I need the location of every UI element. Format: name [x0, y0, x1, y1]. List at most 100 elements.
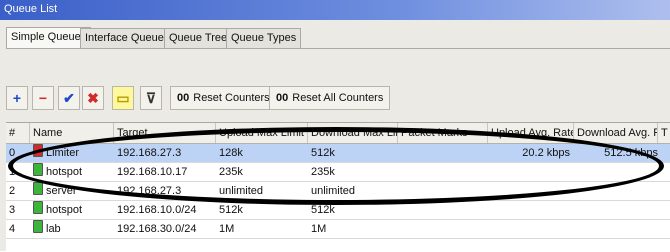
cell-upload-max: 235k — [216, 163, 307, 181]
cell-upload-avg — [488, 163, 573, 181]
cell-text: unlimited — [311, 185, 356, 197]
queue-icon — [33, 220, 43, 233]
cell-text: 128k — [219, 147, 243, 159]
column-header-number[interactable]: # — [6, 123, 30, 143]
cell-text: 512k — [311, 204, 335, 216]
tab-queue-types[interactable]: Queue Types — [226, 28, 302, 48]
queue-icon — [33, 201, 43, 214]
reset-counters-label: Reset Counters — [193, 92, 270, 104]
comment-icon[interactable]: ▭ — [112, 86, 134, 110]
cell-text: server — [46, 185, 77, 197]
cell-download-avg — [574, 182, 661, 200]
cell-text: hotspot — [46, 166, 83, 178]
table-row[interactable]: 2 server 192.168.27.3 unlimited unlimited — [6, 182, 670, 201]
cell-download-avg — [574, 201, 661, 219]
cell-download-max: 235k — [308, 163, 397, 181]
window-title-bar[interactable]: Queue List — [0, 0, 670, 20]
cell-text: 1M — [219, 223, 235, 235]
cell-text: 20.2 kbps — [522, 147, 570, 159]
cell-download-avg — [574, 220, 661, 238]
cell-text: unlimited — [219, 185, 264, 197]
cell-num: 4 — [6, 220, 29, 238]
table-row[interactable]: 1 hotspot 192.168.10.17 235k 235k — [6, 163, 670, 182]
cell-packet-marks — [398, 220, 487, 238]
cell-text: 235k — [219, 166, 243, 178]
cell-text: lab — [46, 223, 61, 235]
tab-queue-tree[interactable]: Queue Tree — [164, 28, 233, 48]
cell-upload-max: 1M — [216, 220, 307, 238]
cell-target: 192.168.27.3 — [114, 144, 215, 162]
cell-target: 192.168.30.0/24 — [114, 220, 215, 238]
cell-upload-avg — [488, 201, 573, 219]
column-header-upload-max[interactable]: Upload Max Limit — [216, 123, 308, 143]
cell-text: 0 — [9, 147, 16, 159]
cell-num: 3 — [6, 201, 29, 219]
cell-upload-max: unlimited — [216, 182, 307, 200]
cell-download-max: 1M — [308, 220, 397, 238]
reset-all-counters-prefix: 00 — [276, 92, 289, 104]
reset-counters-button[interactable]: 00 Reset Counters — [170, 86, 277, 110]
cell-download-avg: 512.5 kbps — [574, 144, 661, 162]
cell-target: 192.168.10.0/24 — [114, 201, 215, 219]
tab-divider — [6, 48, 670, 49]
cell-text: 192.168.27.3 — [117, 185, 182, 197]
queue-table: # Name Target Upload Max Limit Download … — [6, 122, 670, 252]
column-header-download-avg[interactable]: Download Avg. R... — [574, 123, 658, 143]
cell-text: 2 — [9, 185, 16, 197]
window-title: Queue List — [4, 3, 58, 15]
cell-text: 3 — [9, 204, 16, 216]
column-header-packet-marks[interactable]: Packet Marks — [398, 123, 488, 143]
column-header-target[interactable]: Target — [114, 123, 216, 143]
tab-simple-queues[interactable]: Simple Queues — [6, 27, 92, 49]
reset-counters-prefix: 00 — [177, 92, 190, 104]
reset-all-counters-label: Reset All Counters — [292, 92, 384, 104]
cell-text: 512k — [311, 147, 335, 159]
enable-icon[interactable]: ✔ — [58, 86, 80, 110]
cell-name: hotspot — [30, 201, 113, 219]
column-header-name[interactable]: Name — [30, 123, 114, 143]
cell-num: 0 — [6, 144, 29, 162]
cell-upload-avg: 20.2 kbps — [488, 144, 573, 162]
queue-icon — [33, 182, 43, 195]
column-header-download-max[interactable]: Download Max Limit — [308, 123, 398, 143]
cell-text: 192.168.27.3 — [117, 147, 182, 159]
remove-icon[interactable]: − — [32, 86, 54, 110]
cell-download-max: unlimited — [308, 182, 397, 200]
column-header-t[interactable]: T — [658, 123, 670, 143]
cell-name: Limiter — [30, 144, 113, 162]
table-row[interactable]: 4 lab 192.168.30.0/24 1M 1M — [6, 220, 670, 239]
cell-text: 192.168.30.0/24 — [117, 223, 197, 235]
cell-packet-marks — [398, 201, 487, 219]
reset-all-counters-button[interactable]: 00 Reset All Counters — [269, 86, 391, 110]
cell-text: 1 — [9, 166, 16, 178]
cell-text: 512.5 kbps — [604, 147, 658, 159]
cell-text: hotspot — [46, 204, 83, 216]
add-icon[interactable]: + — [6, 86, 28, 110]
tab-interface-queues[interactable]: Interface Queues — [80, 28, 175, 48]
cell-packet-marks — [398, 182, 487, 200]
cell-name: server — [30, 182, 113, 200]
cell-upload-avg — [488, 220, 573, 238]
cell-upload-max: 128k — [216, 144, 307, 162]
table-row[interactable]: 0 Limiter 192.168.27.3 128k 512k 20.2 kbps 512… — [6, 144, 670, 163]
cell-download-max: 512k — [308, 144, 397, 162]
cell-text: Limiter — [46, 147, 80, 159]
cell-name: lab — [30, 220, 113, 238]
disable-icon[interactable]: ✖ — [82, 86, 104, 110]
table-row[interactable]: 3 hotspot 192.168.10.0/24 512k 512k — [6, 201, 670, 220]
cell-text: 192.168.10.0/24 — [117, 204, 197, 216]
cell-num: 2 — [6, 182, 29, 200]
cell-text: 4 — [9, 223, 16, 235]
cell-download-avg — [574, 163, 661, 181]
cell-text: 1M — [311, 223, 327, 235]
column-header-upload-avg[interactable]: Upload Avg. Rate — [488, 123, 574, 143]
cell-text: 235k — [311, 166, 335, 178]
filter-icon[interactable]: ⊽ — [140, 86, 162, 110]
cell-name: hotspot — [30, 163, 113, 181]
cell-packet-marks — [398, 144, 487, 162]
queue-icon — [33, 144, 43, 157]
cell-packet-marks — [398, 163, 487, 181]
cell-text: 192.168.10.17 — [117, 166, 188, 178]
cell-upload-avg — [488, 182, 573, 200]
cell-upload-max: 512k — [216, 201, 307, 219]
